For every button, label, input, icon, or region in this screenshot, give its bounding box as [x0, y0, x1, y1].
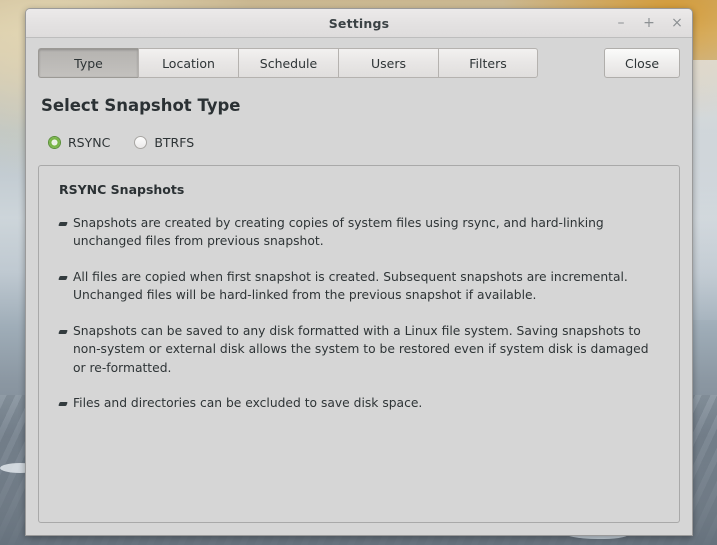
info-bullet-4-text: Files and directories can be excluded to… — [73, 396, 423, 411]
bullet-marker-icon — [58, 402, 73, 420]
radio-btrfs-indicator — [134, 136, 148, 149]
tab-location[interactable]: Location — [138, 48, 238, 78]
info-bullet-2-text: All files are copied when first snapshot… — [73, 269, 628, 303]
info-bullet-1-text: Snapshots are created by creating copies… — [73, 216, 604, 249]
settings-content: Select Snapshot Type RSYNC BTRFS RSYNC S… — [26, 78, 692, 535]
info-bullet-3: Snapshots can be saved to any disk forma… — [58, 322, 661, 377]
window-title: Settings — [328, 15, 390, 31]
close-icon[interactable]: × — [669, 15, 685, 31]
radio-rsync-indicator — [48, 136, 61, 149]
info-bullet-4: Files and directories can be excluded to… — [58, 394, 661, 412]
tab-bar: Type Location Schedule Users Filters Clo… — [26, 38, 692, 78]
maximize-icon[interactable]: + — [641, 15, 657, 31]
bullet-marker-icon — [58, 275, 73, 313]
info-panel: RSYNC Snapshots Snapshots are created by… — [38, 165, 680, 523]
bullet-marker-icon — [58, 222, 73, 259]
tab-type[interactable]: Type — [38, 48, 138, 78]
close-button[interactable]: Close — [604, 48, 680, 78]
tab-filters[interactable]: Filters — [438, 48, 538, 78]
window-controls: – + × — [613, 9, 685, 37]
bullet-marker-icon — [58, 329, 73, 385]
info-bullet-3-text: Snapshots can be saved to any disk forma… — [73, 323, 649, 375]
minimize-icon[interactable]: – — [613, 15, 629, 31]
info-bullet-2: All files are copied when first snapshot… — [58, 268, 661, 305]
radio-rsync[interactable]: RSYNC — [48, 135, 110, 150]
snapshot-type-radio-group: RSYNC BTRFS — [48, 135, 680, 150]
tab-group: Type Location Schedule Users Filters — [38, 48, 538, 78]
info-bullet-1: Snapshots are created by creating copies… — [58, 214, 661, 251]
tab-schedule[interactable]: Schedule — [238, 48, 338, 78]
radio-rsync-label: RSYNC — [68, 135, 111, 150]
page-title: Select Snapshot Type — [41, 96, 241, 115]
title-bar[interactable]: Settings – + × — [26, 9, 692, 38]
info-panel-heading: RSYNC Snapshots — [59, 182, 185, 197]
settings-window: Settings – + × Type Location Schedule Us… — [25, 8, 693, 536]
radio-btrfs[interactable]: BTRFS — [134, 135, 194, 150]
tab-users[interactable]: Users — [338, 48, 438, 78]
radio-btrfs-label: BTRFS — [154, 135, 195, 150]
